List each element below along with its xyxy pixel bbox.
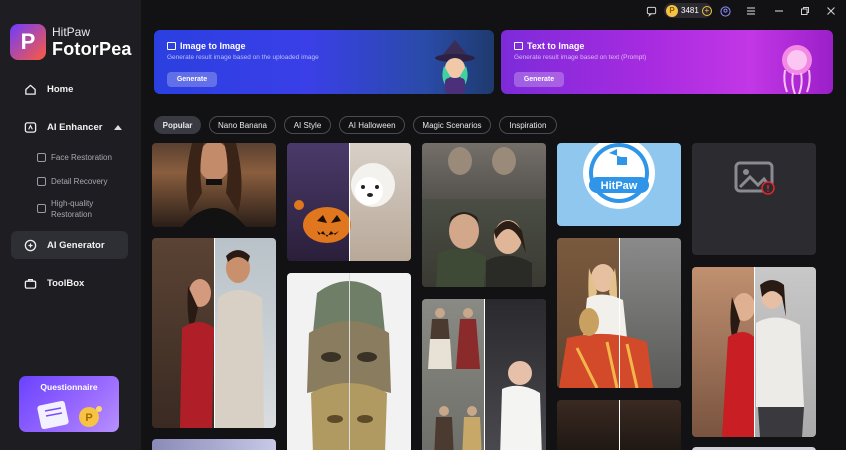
gallery-card[interactable] [287,143,411,261]
gallery-card[interactable] [557,400,681,450]
minimize-icon[interactable] [773,5,785,17]
tab-nano-banana[interactable]: Nano Banana [209,116,276,134]
sidebar-item-ai-generator[interactable]: AI Generator [11,231,128,259]
gallery-card[interactable] [152,143,276,227]
home-icon [23,82,37,96]
tab-inspiration[interactable]: Inspiration [499,116,557,134]
questionnaire-illustration-icon: P [37,400,102,429]
credits-badge[interactable]: P 3481 + [664,3,712,18]
coin-icon: P [666,4,678,17]
ai-generator-icon [23,238,37,252]
text-image-icon [514,42,523,50]
template-gallery: HitPaw [141,143,846,450]
tab-ai-halloween[interactable]: AI Halloween [339,116,405,134]
banner-description: Generate result image based on the uploa… [167,54,319,61]
image-enhance-icon [23,120,37,134]
tab-magic-scenarios[interactable]: Magic Scenarios [413,116,491,134]
gallery-card[interactable] [287,273,411,450]
tab-popular[interactable]: Popular [154,116,201,134]
sidebar-item-label: AI Enhancer [47,121,103,133]
brand: P HitPaw FotorPea [10,24,132,60]
witch-character-icon [435,40,475,94]
gallery-card[interactable] [557,238,681,388]
gallery-card[interactable] [152,439,276,450]
text-to-image-banner[interactable]: Text to Image Generate result image base… [501,30,833,94]
sidebar-item-label: Home [47,83,74,95]
restored-couple-photo [436,147,532,287]
close-icon[interactable] [825,5,837,17]
sidebar-item-toolbox[interactable]: ToolBox [11,269,128,297]
account-icon[interactable] [719,5,731,17]
hitpaw-logo-text: HitPaw [601,180,638,192]
generate-button[interactable]: Generate [167,72,217,87]
promo-label: Questionnaire [40,382,98,392]
brand-company: HitPaw [52,25,91,39]
sidebar-subitem-face-restoration[interactable]: Face Restoration [37,152,112,163]
sidebar-item-home[interactable]: Home [11,75,128,103]
app-logo: P [10,24,46,60]
toolbox-icon [23,276,37,290]
tab-ai-style[interactable]: AI Style [284,116,331,134]
image-load-error-icon [734,161,775,195]
portrait-image [182,143,246,227]
hitpaw-logo-image: HitPaw [583,143,655,209]
image-to-image-banner[interactable]: Image to Image Generate result image bas… [154,30,494,94]
sidebar-item-label: AI Generator [47,239,105,251]
gallery-card[interactable] [152,238,276,428]
detail-icon [37,177,46,186]
chevron-up-icon[interactable] [114,124,123,130]
menu-icon[interactable] [745,5,757,17]
brand-product: FotorPea [52,39,132,59]
sidebar-item-ai-enhancer[interactable]: AI Enhancer [11,113,128,141]
generate-button[interactable]: Generate [514,72,564,87]
face-icon [37,153,46,162]
gallery-card[interactable] [422,299,546,450]
questionnaire-banner[interactable]: Questionnaire P [19,376,119,432]
feedback-icon[interactable] [645,5,657,17]
svg-text:P: P [85,412,92,424]
gallery-card[interactable] [692,143,816,255]
sidebar-item-label: ToolBox [47,277,85,289]
image-icon [167,42,176,50]
sidebar: P HitPaw FotorPea Home AI Enhancer Face … [0,0,141,450]
gallery-card[interactable] [692,267,816,437]
credits-count: 3481 [681,6,699,15]
add-credits-icon[interactable]: + [701,5,712,16]
banner-title: Image to Image [180,41,246,51]
sidebar-subitem-high-quality-restoration[interactable]: High-quality Restoration [37,198,107,220]
banner-description: Generate result image based on text (Pro… [514,54,647,61]
jellyfish-icon [782,45,812,94]
title-bar: P 3481 + [141,0,846,22]
gallery-card[interactable] [422,143,546,287]
restore-icon [37,204,46,213]
banner-title: Text to Image [527,41,585,51]
restore-window-icon[interactable] [799,5,811,17]
gallery-card[interactable]: HitPaw [557,143,681,226]
sidebar-subitem-detail-recovery[interactable]: Detail Recovery [37,176,107,187]
